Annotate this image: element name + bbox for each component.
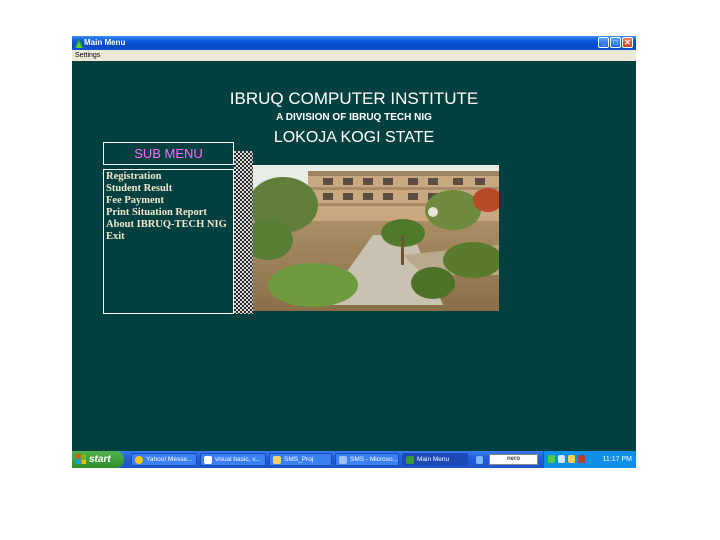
submenu-item-exit[interactable]: Exit	[106, 231, 125, 243]
app-window-icon	[339, 456, 347, 464]
document-icon	[204, 456, 212, 464]
close-button[interactable]: ✕	[622, 37, 633, 48]
decorative-pattern-strip	[234, 151, 253, 314]
yahoo-messenger-icon	[135, 456, 143, 464]
taskbar-label: SMS_Proj	[284, 456, 314, 463]
taskbar-button-sms-microsoft[interactable]: SMS - Microso...	[335, 453, 399, 466]
menu-settings[interactable]: Settings	[75, 51, 100, 60]
taskbar: start Yahoo! Messe... visual basic, v...…	[72, 451, 636, 468]
close-icon: ✕	[624, 38, 631, 47]
title-bar[interactable]: Main Menu _ □ ✕	[72, 36, 636, 50]
menu-bar: Settings	[72, 50, 636, 61]
maximize-button[interactable]: □	[610, 37, 621, 48]
volume-icon[interactable]	[558, 455, 565, 463]
taskbar-label: Yahoo! Messe...	[146, 456, 193, 463]
start-button[interactable]: start	[72, 451, 124, 468]
taskbar-label: Main Menu	[417, 456, 450, 463]
taskbar-button-sms-proj[interactable]: SMS_Proj	[269, 453, 332, 466]
taskbar-button-visual-basic[interactable]: visual basic, v...	[200, 453, 266, 466]
nero-badge[interactable]: nero	[489, 454, 538, 465]
submenu-title: SUB MENU	[103, 142, 234, 165]
submenu-item-print-situation-report[interactable]: Print Situation Report	[106, 207, 207, 219]
taskbar-label: SMS - Microso...	[350, 456, 399, 463]
submenu-item-fee-payment[interactable]: Fee Payment	[106, 195, 164, 207]
window-title: Main Menu	[84, 38, 126, 47]
network-icon[interactable]	[548, 455, 555, 463]
minimize-button[interactable]: _	[598, 37, 609, 48]
minimize-icon: _	[601, 38, 606, 47]
taskbar-button-yahoo[interactable]: Yahoo! Messe...	[131, 453, 197, 466]
ati-icon[interactable]	[578, 455, 585, 463]
app-icon	[74, 38, 84, 48]
submenu-list: Registration Student Result Fee Payment …	[103, 169, 234, 314]
taskbar-label: visual basic, v...	[215, 456, 261, 463]
system-tray: 11:17 PM	[543, 451, 636, 468]
clock: 11:17 PM	[602, 456, 632, 463]
maximize-icon: □	[613, 38, 618, 47]
submenu-item-about[interactable]: About IBRUQ-TECH NIG	[106, 219, 227, 231]
app-icon	[406, 456, 414, 464]
windows-logo-icon	[76, 454, 86, 464]
institute-title: IBRUQ COMPUTER INSTITUTE	[229, 89, 479, 108]
taskbar-button-main-menu[interactable]: Main Menu	[402, 453, 468, 466]
security-icon[interactable]	[568, 455, 575, 463]
institute-subtitle: A DIVISION OF IBRUQ TECH NIG	[276, 112, 432, 123]
start-label: start	[89, 454, 111, 465]
building-photo	[253, 165, 499, 311]
quicklaunch-icon[interactable]	[476, 456, 483, 464]
submenu-item-student-result[interactable]: Student Result	[106, 183, 172, 195]
folder-icon	[273, 456, 281, 464]
main-menu-window: Main Menu _ □ ✕ Settings IBRUQ COMPUTER …	[72, 36, 636, 454]
submenu-item-registration[interactable]: Registration	[106, 171, 161, 183]
